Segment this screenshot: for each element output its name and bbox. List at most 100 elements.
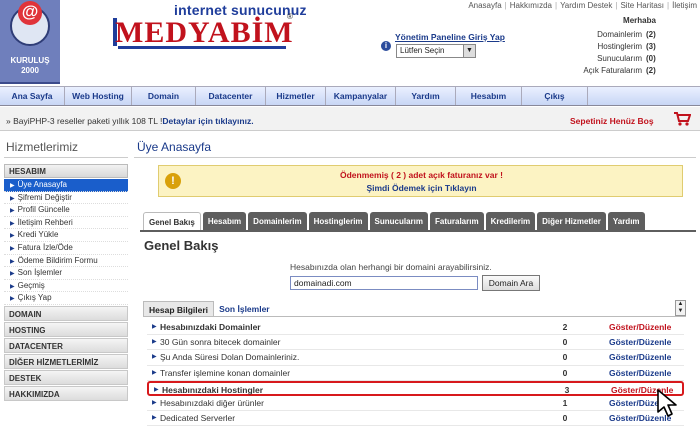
sidebar-item-recent[interactable]: ▶ Son İşlemler xyxy=(4,267,128,280)
arrow-right-icon: ▶ xyxy=(10,233,15,240)
founded-label: KURULUŞ xyxy=(10,56,50,65)
nav-help[interactable]: Yardım xyxy=(396,87,456,105)
scroll-arrows[interactable]: ▲ ▼ xyxy=(675,300,686,316)
nav-logout[interactable]: Çıkış xyxy=(522,87,588,105)
top-link-contact[interactable]: İletişim xyxy=(672,1,697,10)
pay-now-link[interactable]: Şimdi Ödemek için Tıklayın xyxy=(159,183,684,193)
arrow-right-icon: ▶ xyxy=(152,354,157,361)
sidebar-title: Hizmetlerimiz xyxy=(6,140,78,154)
domain-search-button[interactable]: Domain Ara xyxy=(482,275,540,291)
sidebar-item-logout[interactable]: ▶ Çıkış Yap xyxy=(4,292,128,305)
promo-link[interactable]: Detaylar için tıklayınız. xyxy=(162,116,253,126)
top-link-support[interactable]: Yardım Destek xyxy=(560,1,612,10)
table-row[interactable]: ▶ Transfer işlemine konan domainler 0 Göste… xyxy=(147,366,684,381)
top-link-about[interactable]: Hakkımızda xyxy=(510,1,552,10)
table-row[interactable]: ▶ Şu Anda Süresi Dolan Domainleriniz. 0 Gös… xyxy=(147,350,684,366)
chevron-down-icon[interactable]: ▼ xyxy=(676,308,685,315)
nav-services[interactable]: Hizmetler xyxy=(266,87,326,105)
tab-hostings[interactable]: Hostinglerim xyxy=(308,212,368,231)
search-label: Hesabınızda olan herhangi bir domaini ar… xyxy=(290,262,492,272)
panel-select-value: Lütfen Seçin xyxy=(400,46,445,55)
arrow-right-icon: ▶ xyxy=(152,339,157,346)
cart-status[interactable]: Sepetiniz Henüz Boş xyxy=(570,116,654,126)
table-row[interactable]: ▶ Hesabınızdaki diğer ürünler 1 Göster/Düze… xyxy=(147,396,684,412)
table-row[interactable]: ▶ Dedicated Serverler 0 Göster/Düzenle xyxy=(147,411,684,427)
sidebar-category-datacenter[interactable]: DATACENTER xyxy=(4,337,128,353)
at-sign-icon: @ xyxy=(18,1,42,25)
show-edit-link[interactable]: Göster/Düzenle xyxy=(609,335,671,350)
promo: » BayiPHP-3 reseller paketi yıllık 108 T… xyxy=(6,116,254,126)
account-row-invoices[interactable]: Açık Faturalarım (2) xyxy=(560,65,664,77)
sidebar-item-history[interactable]: ▶ Geçmiş xyxy=(4,280,128,293)
sidebar-category-about[interactable]: HAKKIMIZDA xyxy=(4,385,128,401)
registered-mark: ® xyxy=(287,12,293,21)
info-icon: i xyxy=(381,41,391,51)
table-row[interactable]: ▶ 30 Gün sonra bitecek domainler 0 Göster/D… xyxy=(147,335,684,351)
tab-account-info[interactable]: Hesap Bilgileri xyxy=(143,301,215,317)
account-row-hostings[interactable]: Hostinglerim (3) xyxy=(560,41,664,53)
arrow-right-icon: ▶ xyxy=(10,220,15,227)
tab-other-services[interactable]: Diğer Hizmetler xyxy=(537,212,606,231)
tab-account[interactable]: Hesabım xyxy=(202,212,247,231)
top-link-home[interactable]: Anasayfa xyxy=(468,1,501,10)
sidebar-section-account[interactable]: HESABIM xyxy=(4,164,128,178)
tab-servers[interactable]: Sunucularım xyxy=(369,212,428,231)
divider xyxy=(4,157,128,158)
show-edit-link[interactable]: Göster/Düzenle xyxy=(609,366,671,381)
nav-web-hosting[interactable]: Web Hosting xyxy=(65,87,132,105)
tab-overview[interactable]: Genel Bakış xyxy=(143,212,201,231)
chevron-down-icon: ▼ xyxy=(463,45,475,57)
nav-datacenter[interactable]: Datacenter xyxy=(196,87,266,105)
sidebar-category-domain[interactable]: DOMAIN xyxy=(4,305,128,321)
arrow-right-icon: ▶ xyxy=(152,415,157,422)
inner-tab-bar: Hesap Bilgileri Son İşlemler xyxy=(143,301,275,317)
table-row-highlighted[interactable]: ▶ Hesabınızdaki Hostingler 3 Göster/Düzenle xyxy=(147,380,684,396)
sidebar-item-invoices[interactable]: ▶ Fatura İzle/Öde xyxy=(4,242,128,255)
sidebar: HESABIM ▶ Üye Anasayfa ▶ Şifremi Değiştir … xyxy=(4,164,128,401)
brand-logo[interactable]: MEDYABİM xyxy=(115,16,294,50)
sidebar-item-member-home[interactable]: ▶ Üye Anasayfa xyxy=(4,179,128,192)
sidebar-category-hosting[interactable]: HOSTING xyxy=(4,321,128,337)
arrow-right-icon: ▶ xyxy=(152,399,157,406)
nav-campaigns[interactable]: Kampanyalar xyxy=(326,87,396,105)
arrow-right-icon: ▶ xyxy=(152,369,157,376)
section-title: Genel Bakış xyxy=(144,238,219,253)
sidebar-category-support[interactable]: DESTEK xyxy=(4,369,128,385)
unpaid-invoice-alert[interactable]: ! Ödenmemiş ( 2 ) adet açık faturanız va… xyxy=(158,165,683,197)
account-row-domains[interactable]: Domainlerim (2) xyxy=(560,29,664,41)
arrow-right-icon: ▶ xyxy=(10,271,15,278)
mascot-logo[interactable]: @ KURULUŞ 2000 xyxy=(0,0,60,84)
tab-recent-actions[interactable]: Son İşlemler xyxy=(214,301,275,317)
nav-domain[interactable]: Domain xyxy=(132,87,196,105)
panel-select[interactable]: Lütfen Seçin ▼ xyxy=(396,44,476,58)
nav-home[interactable]: Ana Sayfa xyxy=(0,87,65,105)
table-row[interactable]: ▶ Hesabınızdaki Domainler 2 Göster/Düzenle xyxy=(147,320,684,336)
tab-help[interactable]: Yardım xyxy=(607,212,645,231)
arrow-right-icon: ▶ xyxy=(152,324,157,330)
sidebar-item-credit[interactable]: ▶ Kredi Yükle xyxy=(4,229,128,242)
show-edit-link[interactable]: Göster/Düzenle xyxy=(609,320,671,335)
tab-domains[interactable]: Domainlerim xyxy=(248,212,307,231)
top-link-sitemap[interactable]: Site Haritası xyxy=(620,1,664,10)
alert-message: Ödenmemiş ( 2 ) adet açık faturanız var … xyxy=(340,170,503,180)
nav-account[interactable]: Hesabım xyxy=(456,87,522,105)
tab-bar: Genel Bakış Hesabım Domainlerim Hostingl… xyxy=(143,212,647,231)
sidebar-item-profile[interactable]: ▶ Profil Güncelle xyxy=(4,204,128,217)
page-title: Üye Anasayfa xyxy=(137,140,212,154)
domain-search-input[interactable]: domainadi.com xyxy=(290,276,478,290)
tab-invoices[interactable]: Faturalarım xyxy=(430,212,484,231)
tab-underline xyxy=(140,230,696,232)
account-row-servers[interactable]: Sunucularım (0) xyxy=(560,53,664,65)
chevron-up-icon[interactable]: ▲ xyxy=(676,301,685,308)
panel-login-link[interactable]: Yönetim Paneline Giriş Yap xyxy=(395,32,505,42)
sidebar-item-contacts[interactable]: ▶ İletişim Rehberi xyxy=(4,217,128,230)
sidebar-item-change-password[interactable]: ▶ Şifremi Değiştir xyxy=(4,192,128,205)
tab-credits[interactable]: Kredilerim xyxy=(485,212,536,231)
sidebar-category-other[interactable]: DİĞER HİZMETLERİMİZ xyxy=(4,353,128,369)
divider xyxy=(134,157,696,158)
mouse-cursor-icon xyxy=(655,388,681,418)
show-edit-link[interactable]: Göster/Düzenle xyxy=(609,350,671,365)
brand-underline xyxy=(118,46,286,49)
sidebar-item-payment-form[interactable]: ▶ Ödeme Bildirim Formu xyxy=(4,255,128,268)
cart-icon[interactable] xyxy=(673,111,692,127)
